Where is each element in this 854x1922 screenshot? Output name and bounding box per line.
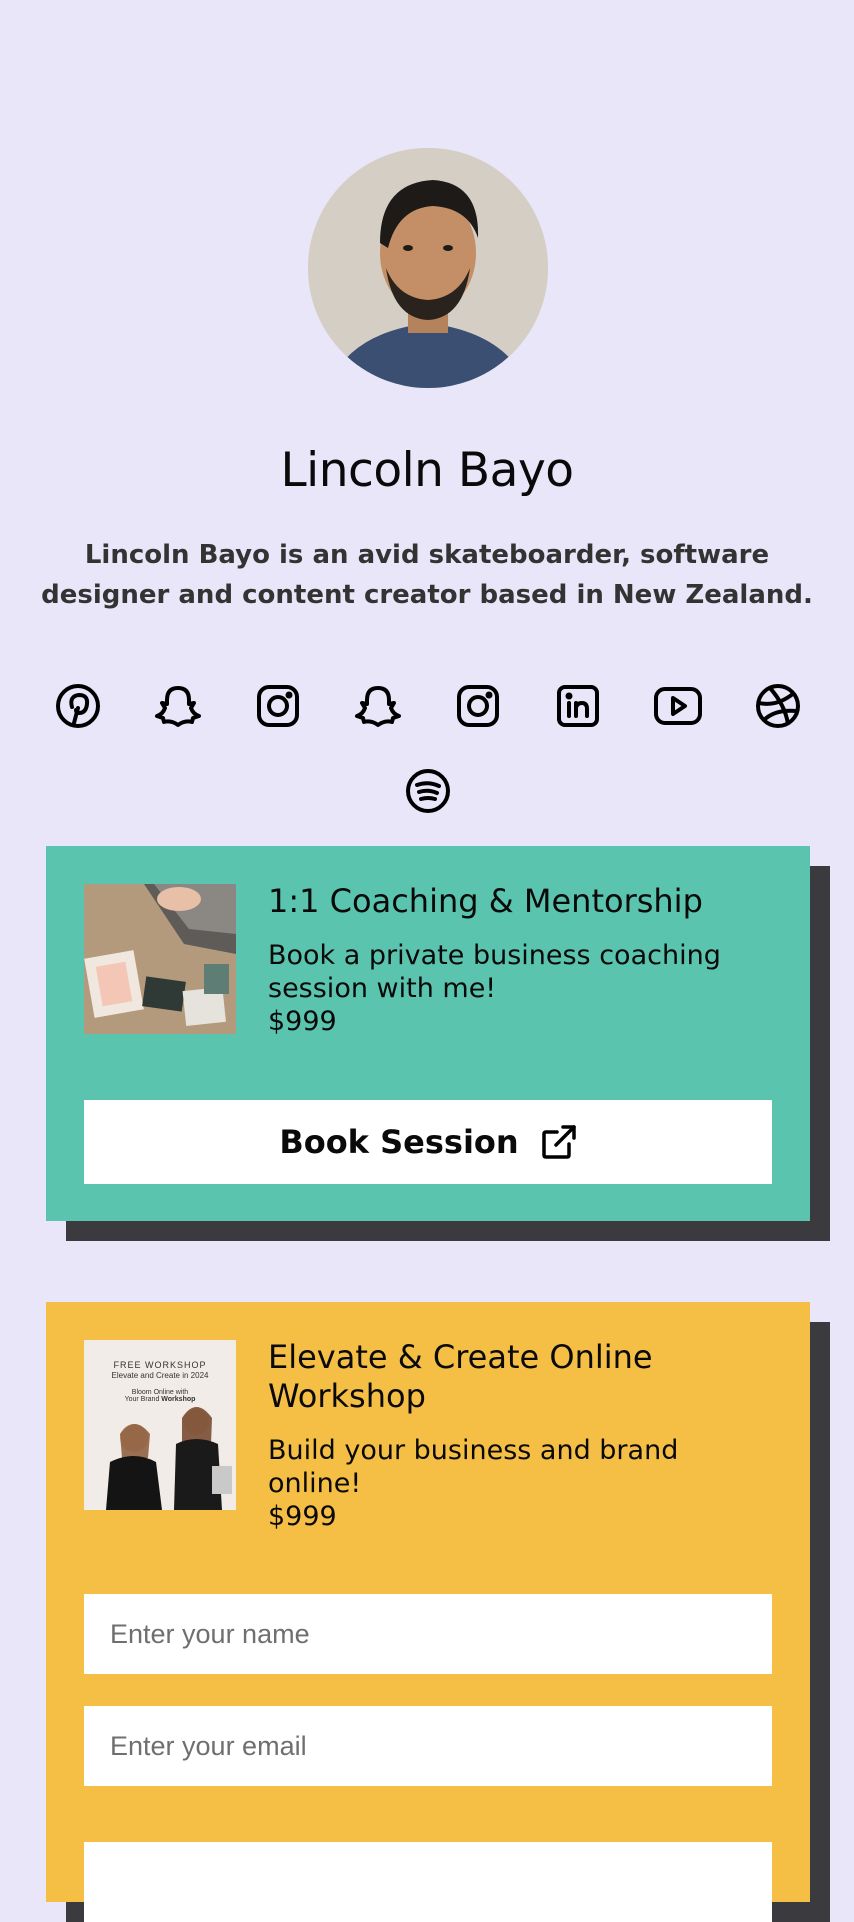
instagram-icon[interactable] — [253, 681, 303, 731]
coaching-card: 1:1 Coaching & Mentorship Book a private… — [46, 846, 830, 1241]
workshop-card: FREE WORKSHOP Elevate and Create in 2024… — [46, 1302, 830, 1922]
coaching-description: Book a private business coaching session… — [268, 940, 721, 1004]
youtube-icon[interactable] — [653, 681, 703, 731]
coaching-text: 1:1 Coaching & Mentorship Book a private… — [268, 882, 780, 1038]
avatar — [308, 148, 548, 388]
book-session-label: Book Session — [279, 1123, 519, 1161]
pinterest-icon[interactable] — [53, 681, 103, 731]
profile-name: Lincoln Bayo — [280, 443, 574, 498]
profile-bio: Lincoln Bayo is an avid skateboarder, so… — [41, 540, 813, 610]
coaching-title: 1:1 Coaching & Mentorship — [268, 882, 703, 920]
coaching-card-body: 1:1 Coaching & Mentorship Book a private… — [46, 846, 810, 1221]
snapchat-icon[interactable] — [353, 681, 403, 731]
thumb-line3: Bloom Online with — [131, 1389, 189, 1396]
workshop-submit-button[interactable] — [84, 1842, 772, 1922]
thumb-line2: Elevate and Create in 2024 — [111, 1371, 209, 1380]
workshop-price: $999 — [268, 1501, 337, 1532]
book-session-button[interactable]: Book Session — [84, 1100, 772, 1184]
thumb-line1: FREE WORKSHOP — [113, 1360, 207, 1370]
workshop-description: Build your business and brand online! — [268, 1435, 679, 1499]
spotify-icon[interactable] — [403, 766, 453, 816]
workshop-thumbnail: FREE WORKSHOP Elevate and Create in 2024… — [84, 1340, 236, 1510]
instagram-icon[interactable] — [453, 681, 503, 731]
external-link-icon — [541, 1125, 576, 1159]
linkedin-icon[interactable] — [553, 681, 603, 731]
snapchat-icon[interactable] — [153, 681, 203, 731]
coaching-thumbnail — [84, 884, 236, 1034]
coaching-price: $999 — [268, 1006, 337, 1037]
social-links — [0, 658, 854, 818]
name-field[interactable] — [84, 1594, 772, 1674]
workshop-text: Elevate & Create Online Workshop Build y… — [268, 1338, 780, 1533]
workshop-title: Elevate & Create Online Workshop — [268, 1338, 653, 1415]
dribbble-icon[interactable] — [753, 681, 803, 731]
workshop-card-body: FREE WORKSHOP Elevate and Create in 2024… — [46, 1302, 810, 1922]
email-field[interactable] — [84, 1706, 772, 1786]
